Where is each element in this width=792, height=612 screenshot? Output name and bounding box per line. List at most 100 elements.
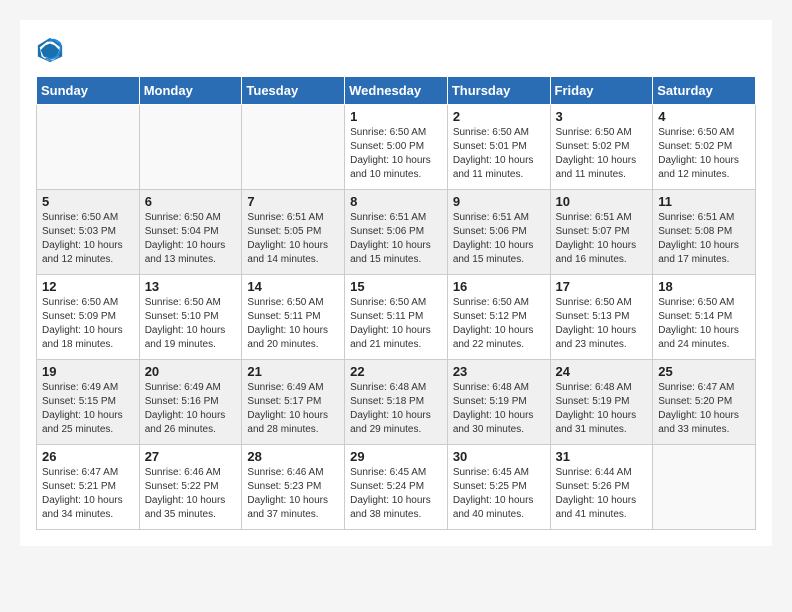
calendar-cell: 9Sunrise: 6:51 AM Sunset: 5:06 PM Daylig… — [447, 190, 550, 275]
day-number: 19 — [42, 364, 134, 379]
day-number: 26 — [42, 449, 134, 464]
day-info: Sunrise: 6:46 AM Sunset: 5:23 PM Dayligh… — [247, 466, 339, 522]
day-number: 16 — [453, 279, 545, 294]
calendar-cell: 8Sunrise: 6:51 AM Sunset: 5:06 PM Daylig… — [345, 190, 448, 275]
calendar-cell: 20Sunrise: 6:49 AM Sunset: 5:16 PM Dayli… — [139, 360, 242, 445]
calendar-cell: 30Sunrise: 6:45 AM Sunset: 5:25 PM Dayli… — [447, 445, 550, 530]
day-number: 17 — [556, 279, 648, 294]
calendar-week-1: 1 Sunrise: 6:50 AM Sunset: 5:00 PM Daylig… — [37, 105, 756, 190]
weekday-header-thursday: Thursday — [447, 77, 550, 105]
day-number: 13 — [145, 279, 237, 294]
day-info: Sunrise: 6:45 AM Sunset: 5:24 PM Dayligh… — [350, 466, 442, 522]
day-number: 12 — [42, 279, 134, 294]
day-number: 4 — [658, 109, 750, 124]
calendar-cell: 3 Sunrise: 6:50 AM Sunset: 5:02 PM Daylig… — [550, 105, 653, 190]
day-info: Sunrise: 6:49 AM Sunset: 5:15 PM Dayligh… — [42, 381, 134, 437]
calendar-cell: 5Sunrise: 6:50 AM Sunset: 5:03 PM Daylig… — [37, 190, 140, 275]
day-number: 23 — [453, 364, 545, 379]
weekday-header-tuesday: Tuesday — [242, 77, 345, 105]
calendar-cell: 29 Sunrise: 6:45 AM Sunset: 5:24 PM Dayli… — [345, 445, 448, 530]
calendar-week-2: 5Sunrise: 6:50 AM Sunset: 5:03 PM Daylig… — [37, 190, 756, 275]
calendar-cell: 14 Sunrise: 6:50 AM Sunset: 5:11 PM Dayli… — [242, 275, 345, 360]
calendar-cell: 6Sunrise: 6:50 AM Sunset: 5:04 PM Daylig… — [139, 190, 242, 275]
day-info: Sunrise: 6:51 AM Sunset: 5:08 PM Dayligh… — [658, 211, 750, 267]
day-info: Sunrise: 6:44 AM Sunset: 5:26 PM Dayligh… — [556, 466, 648, 522]
calendar-cell: 28 Sunrise: 6:46 AM Sunset: 5:23 PM Dayli… — [242, 445, 345, 530]
day-number: 7 — [247, 194, 339, 209]
day-info: Sunrise: 6:50 AM Sunset: 5:02 PM Dayligh… — [556, 126, 648, 182]
day-number: 9 — [453, 194, 545, 209]
day-number: 29 — [350, 449, 442, 464]
weekday-header-friday: Friday — [550, 77, 653, 105]
day-info: Sunrise: 6:50 AM Sunset: 5:11 PM Dayligh… — [350, 296, 442, 352]
calendar-cell — [139, 105, 242, 190]
calendar-cell: 22 Sunrise: 6:48 AM Sunset: 5:18 PM Dayli… — [345, 360, 448, 445]
day-number: 15 — [350, 279, 442, 294]
day-number: 22 — [350, 364, 442, 379]
day-info: Sunrise: 6:50 AM Sunset: 5:13 PM Dayligh… — [556, 296, 648, 352]
calendar-cell: 16Sunrise: 6:50 AM Sunset: 5:12 PM Dayli… — [447, 275, 550, 360]
calendar-cell: 10Sunrise: 6:51 AM Sunset: 5:07 PM Dayli… — [550, 190, 653, 275]
calendar-cell: 31Sunrise: 6:44 AM Sunset: 5:26 PM Dayli… — [550, 445, 653, 530]
day-info: Sunrise: 6:45 AM Sunset: 5:25 PM Dayligh… — [453, 466, 545, 522]
day-number: 3 — [556, 109, 648, 124]
day-info: Sunrise: 6:50 AM Sunset: 5:10 PM Dayligh… — [145, 296, 237, 352]
day-info: Sunrise: 6:48 AM Sunset: 5:18 PM Dayligh… — [350, 381, 442, 437]
day-info: Sunrise: 6:50 AM Sunset: 5:11 PM Dayligh… — [247, 296, 339, 352]
weekday-header-row: SundayMondayTuesdayWednesdayThursdayFrid… — [37, 77, 756, 105]
calendar-cell: 1 Sunrise: 6:50 AM Sunset: 5:00 PM Daylig… — [345, 105, 448, 190]
calendar-cell: 11 Sunrise: 6:51 AM Sunset: 5:08 PM Dayli… — [653, 190, 756, 275]
calendar-cell: 2 Sunrise: 6:50 AM Sunset: 5:01 PM Daylig… — [447, 105, 550, 190]
day-info: Sunrise: 6:48 AM Sunset: 5:19 PM Dayligh… — [453, 381, 545, 437]
day-number: 21 — [247, 364, 339, 379]
day-number: 18 — [658, 279, 750, 294]
calendar-cell: 18 Sunrise: 6:50 AM Sunset: 5:14 PM Dayli… — [653, 275, 756, 360]
calendar-cell: 25Sunrise: 6:47 AM Sunset: 5:20 PM Dayli… — [653, 360, 756, 445]
calendar-week-5: 26 Sunrise: 6:47 AM Sunset: 5:21 PM Dayli… — [37, 445, 756, 530]
calendar-cell — [242, 105, 345, 190]
day-number: 28 — [247, 449, 339, 464]
calendar-cell: 21 Sunrise: 6:49 AM Sunset: 5:17 PM Dayli… — [242, 360, 345, 445]
calendar-week-3: 12 Sunrise: 6:50 AM Sunset: 5:09 PM Dayli… — [37, 275, 756, 360]
calendar-body: 1 Sunrise: 6:50 AM Sunset: 5:00 PM Daylig… — [37, 105, 756, 530]
day-info: Sunrise: 6:46 AM Sunset: 5:22 PM Dayligh… — [145, 466, 237, 522]
calendar-cell: 12 Sunrise: 6:50 AM Sunset: 5:09 PM Dayli… — [37, 275, 140, 360]
day-info: Sunrise: 6:50 AM Sunset: 5:09 PM Dayligh… — [42, 296, 134, 352]
calendar-cell: 24Sunrise: 6:48 AM Sunset: 5:19 PM Dayli… — [550, 360, 653, 445]
day-info: Sunrise: 6:50 AM Sunset: 5:01 PM Dayligh… — [453, 126, 545, 182]
calendar-cell: 26 Sunrise: 6:47 AM Sunset: 5:21 PM Dayli… — [37, 445, 140, 530]
day-info: Sunrise: 6:50 AM Sunset: 5:02 PM Dayligh… — [658, 126, 750, 182]
calendar-cell: 19 Sunrise: 6:49 AM Sunset: 5:15 PM Dayli… — [37, 360, 140, 445]
day-info: Sunrise: 6:49 AM Sunset: 5:16 PM Dayligh… — [145, 381, 237, 437]
calendar-cell: 7Sunrise: 6:51 AM Sunset: 5:05 PM Daylig… — [242, 190, 345, 275]
day-info: Sunrise: 6:49 AM Sunset: 5:17 PM Dayligh… — [247, 381, 339, 437]
calendar-cell — [653, 445, 756, 530]
weekday-header-wednesday: Wednesday — [345, 77, 448, 105]
header — [36, 36, 756, 64]
day-number: 14 — [247, 279, 339, 294]
logo-icon — [36, 36, 64, 64]
day-number: 27 — [145, 449, 237, 464]
day-info: Sunrise: 6:50 AM Sunset: 5:14 PM Dayligh… — [658, 296, 750, 352]
calendar-table: SundayMondayTuesdayWednesdayThursdayFrid… — [36, 76, 756, 530]
calendar-cell: 13 Sunrise: 6:50 AM Sunset: 5:10 PM Dayli… — [139, 275, 242, 360]
calendar-cell: 4 Sunrise: 6:50 AM Sunset: 5:02 PM Daylig… — [653, 105, 756, 190]
weekday-header-saturday: Saturday — [653, 77, 756, 105]
weekday-header-sunday: Sunday — [37, 77, 140, 105]
calendar-cell: 15 Sunrise: 6:50 AM Sunset: 5:11 PM Dayli… — [345, 275, 448, 360]
day-info: Sunrise: 6:47 AM Sunset: 5:21 PM Dayligh… — [42, 466, 134, 522]
day-info: Sunrise: 6:50 AM Sunset: 5:00 PM Dayligh… — [350, 126, 442, 182]
day-number: 2 — [453, 109, 545, 124]
logo — [36, 36, 68, 64]
calendar-cell: 27 Sunrise: 6:46 AM Sunset: 5:22 PM Dayli… — [139, 445, 242, 530]
day-number: 10 — [556, 194, 648, 209]
day-info: Sunrise: 6:47 AM Sunset: 5:20 PM Dayligh… — [658, 381, 750, 437]
weekday-header-monday: Monday — [139, 77, 242, 105]
day-number: 24 — [556, 364, 648, 379]
day-number: 11 — [658, 194, 750, 209]
day-number: 1 — [350, 109, 442, 124]
calendar-cell — [37, 105, 140, 190]
calendar-page: SundayMondayTuesdayWednesdayThursdayFrid… — [20, 20, 772, 546]
calendar-cell: 23 Sunrise: 6:48 AM Sunset: 5:19 PM Dayli… — [447, 360, 550, 445]
day-number: 5 — [42, 194, 134, 209]
